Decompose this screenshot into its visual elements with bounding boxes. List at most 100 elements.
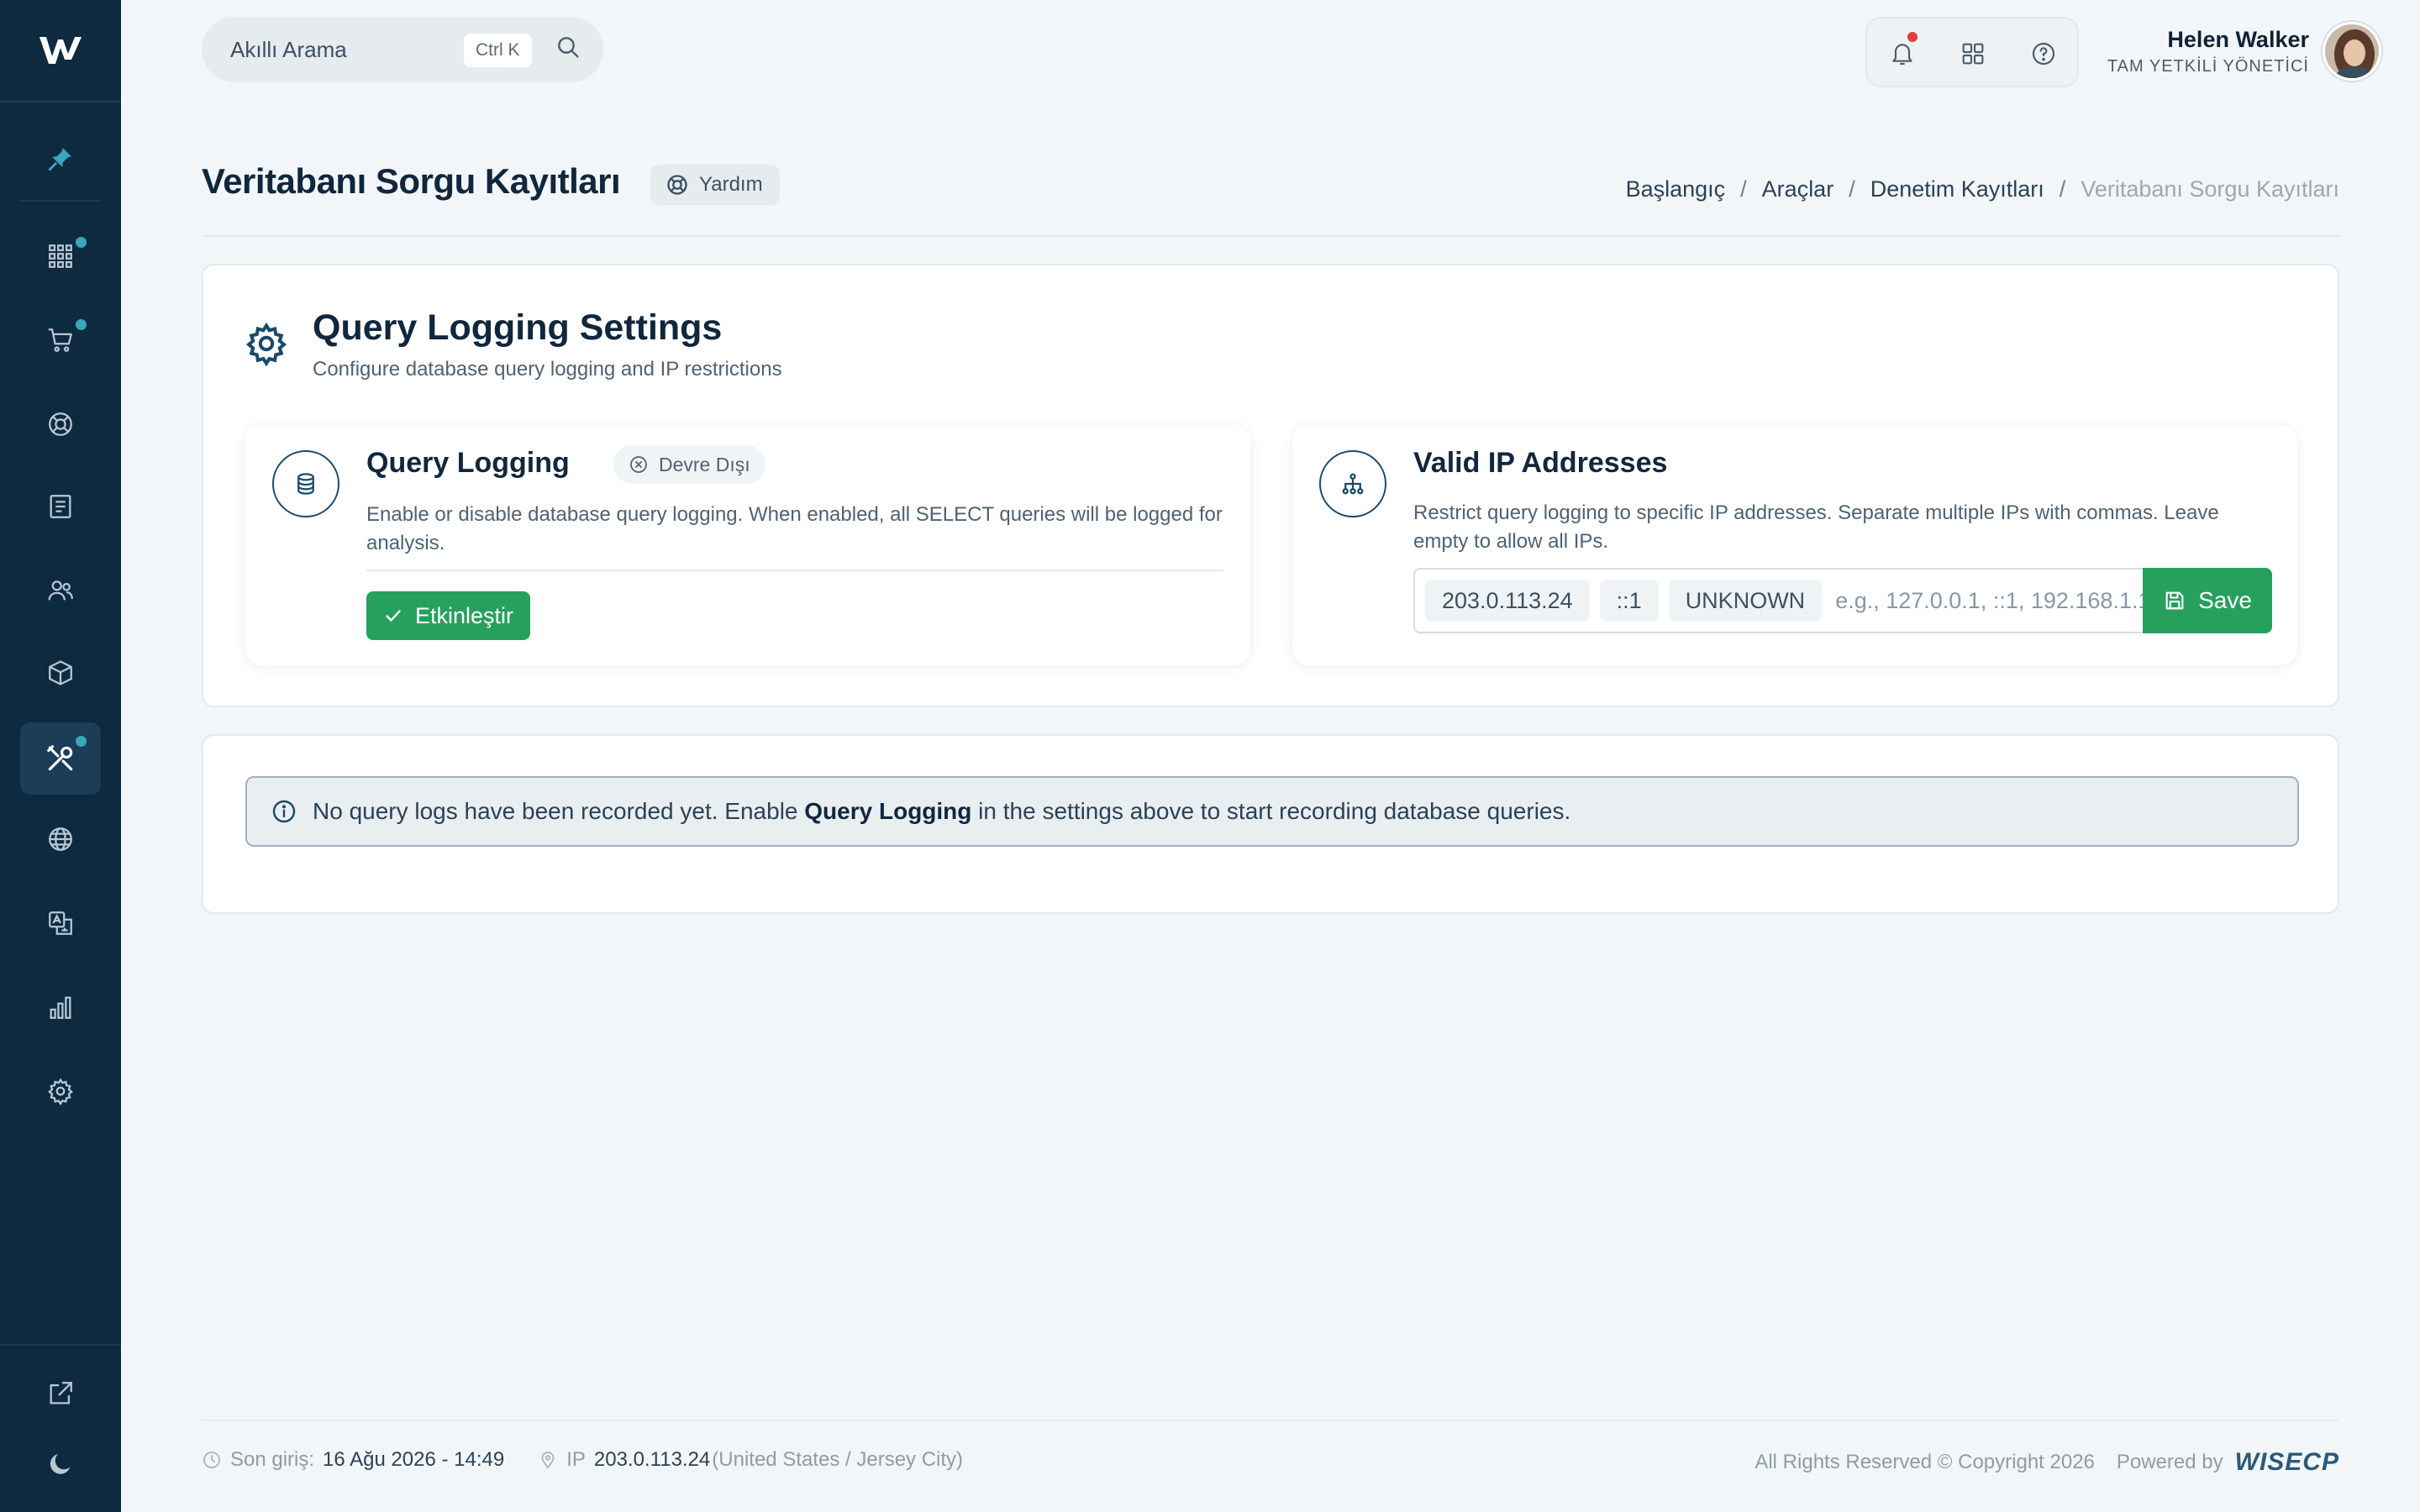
sidebar-item-products[interactable] [20, 637, 101, 709]
search-label: Akıllı Arama [230, 36, 347, 62]
bar-chart-icon [50, 996, 71, 1019]
ip-location: (United States / Jersey City) [712, 1448, 964, 1471]
footer-divider [202, 1420, 2339, 1421]
bell-icon [1892, 44, 1912, 66]
network-icon [1342, 473, 1364, 495]
alert-text-start: No query logs have been recorded yet. En… [313, 798, 798, 824]
search-shortcut-badge: Ctrl K [464, 34, 532, 67]
info-icon [272, 800, 296, 823]
globe-icon [49, 827, 72, 851]
help-button-label: Yardım [699, 173, 763, 196]
tools-notification-dot [76, 736, 87, 747]
question-circle-icon [2032, 42, 2055, 66]
grid-icon [1962, 43, 1984, 65]
ip-address-input[interactable] [1835, 587, 2143, 614]
lifebuoy-icon [667, 175, 687, 195]
ip-tags-field[interactable]: 203.0.113.24 ::1 UNKNOWN [1413, 568, 2143, 633]
sidebar-item-domains[interactable] [20, 803, 101, 875]
user-role: TAM YETKİLİ YÖNETİCİ [2107, 57, 2309, 76]
external-link-icon [50, 1382, 72, 1404]
powered-by-label: Powered by [2116, 1451, 2223, 1473]
footer-copyright: All Rights Reserved © Copyright 2026 Pow… [1754, 1448, 2339, 1477]
database-icon [297, 473, 314, 495]
page-title: Veritabanı Sorgu Kayıtları [202, 161, 621, 201]
valid-ip-title: Valid IP Addresses [1413, 447, 1668, 479]
breadcrumb-item-home[interactable]: Başlangıç [1626, 176, 1726, 202]
moon-icon [50, 1453, 71, 1474]
settings-title: Query Logging Settings [313, 307, 723, 348]
logo[interactable] [0, 0, 121, 102]
apps-notification-dot [76, 237, 87, 248]
sidebar-item-users[interactable] [20, 554, 101, 627]
search-icon[interactable] [555, 34, 581, 60]
page-header-divider [202, 235, 2339, 237]
sidebar-item-dark-mode[interactable] [20, 1428, 101, 1500]
ip-tag[interactable]: ::1 [1599, 580, 1659, 622]
clock-icon [203, 1452, 220, 1468]
breadcrumb: Başlangıç / Araçlar / Denetim Kayıtları … [1626, 176, 2339, 202]
status-badge: Devre Dışı [613, 445, 765, 484]
sidebar-item-settings[interactable] [20, 1055, 101, 1127]
enable-logging-button[interactable]: Etkinleştir [366, 591, 531, 640]
x-circle-icon [630, 456, 647, 473]
breadcrumb-separator: / [1849, 176, 1855, 202]
avatar[interactable] [2323, 22, 2381, 81]
user-name[interactable]: Helen Walker [2167, 27, 2309, 53]
user-avatar-image [2325, 24, 2379, 78]
query-logs-card: No query logs have been recorded yet. En… [202, 734, 2339, 914]
sidebar-item-languages[interactable] [20, 887, 101, 959]
save-ip-button[interactable]: Save [2143, 568, 2272, 633]
last-login-label: Son giriş: [230, 1448, 315, 1471]
apps-grid-icon [49, 244, 72, 268]
wisecp-logo[interactable]: WISECP [2235, 1448, 2339, 1477]
network-icon-badge [1319, 450, 1386, 517]
ip-tag[interactable]: UNKNOWN [1668, 580, 1823, 622]
box-icon [49, 660, 72, 685]
notification-badge-dot [1907, 32, 1918, 42]
sidebar-item-invoices[interactable] [20, 470, 101, 543]
smart-search[interactable]: Akıllı Arama Ctrl K [202, 17, 603, 82]
notifications-button[interactable] [1886, 37, 1919, 71]
sidebar-item-tools[interactable] [20, 722, 101, 795]
alert-text-end: in the settings above to start recording… [978, 798, 1571, 824]
save-icon [2165, 591, 2184, 610]
save-ip-label: Save [2198, 587, 2252, 613]
valid-ip-panel: Valid IP Addresses Restrict query loggin… [1292, 425, 2297, 665]
tools-icon [47, 745, 73, 771]
users-icon [48, 580, 74, 601]
sidebar-item-apps[interactable] [20, 220, 101, 292]
sidebar-item-pinned[interactable] [20, 123, 101, 195]
enable-logging-label: Etkinleştir [415, 602, 514, 628]
lifebuoy-icon [49, 412, 72, 436]
sidebar-item-open-site[interactable] [20, 1357, 101, 1430]
sidebar-item-orders[interactable] [20, 304, 101, 376]
footer: Son giriş: 16 Ağu 2026 - 14:49 IP 203.0.… [202, 1448, 2339, 1477]
breadcrumb-separator: / [2059, 176, 2066, 202]
valid-ip-description: Restrict query logging to specific IP ad… [1413, 501, 2219, 553]
sidebar-item-reports[interactable] [20, 971, 101, 1043]
breadcrumb-item-current: Veritabanı Sorgu Kayıtları [2081, 176, 2339, 202]
ip-value: 203.0.113.24 [593, 1448, 711, 1471]
database-icon-badge [272, 450, 339, 517]
query-logging-settings-card: Query Logging Settings Configure databas… [202, 264, 2339, 707]
location-pin-icon [541, 1452, 555, 1469]
cart-icon [48, 328, 72, 352]
wisecp-logo-icon [39, 37, 82, 64]
settings-subtitle: Configure database query logging and IP … [313, 358, 782, 381]
help-center-button[interactable] [2027, 37, 2060, 71]
orders-notification-dot [76, 319, 87, 330]
check-icon [386, 610, 401, 622]
breadcrumb-separator: / [1740, 176, 1747, 202]
gear-icon [48, 1078, 73, 1105]
query-logging-panel: Query Logging Devre Dışı Enable or disab… [245, 425, 1250, 665]
breadcrumb-item-audit-logs[interactable]: Denetim Kayıtları [1870, 176, 2044, 202]
ip-label: IP [566, 1448, 586, 1471]
apps-button[interactable] [1956, 37, 1990, 71]
copyright-text: All Rights Reserved © Copyright 2026 [1754, 1451, 2095, 1473]
sidebar-item-support[interactable] [20, 388, 101, 460]
alert-text-strong: Query Logging [804, 798, 972, 824]
last-login-value: 16 Ağu 2026 - 14:49 [323, 1448, 505, 1471]
help-button[interactable]: Yardım [650, 165, 780, 205]
breadcrumb-item-tools[interactable]: Araçlar [1762, 176, 1834, 202]
ip-tag[interactable]: 203.0.113.24 [1425, 580, 1590, 622]
